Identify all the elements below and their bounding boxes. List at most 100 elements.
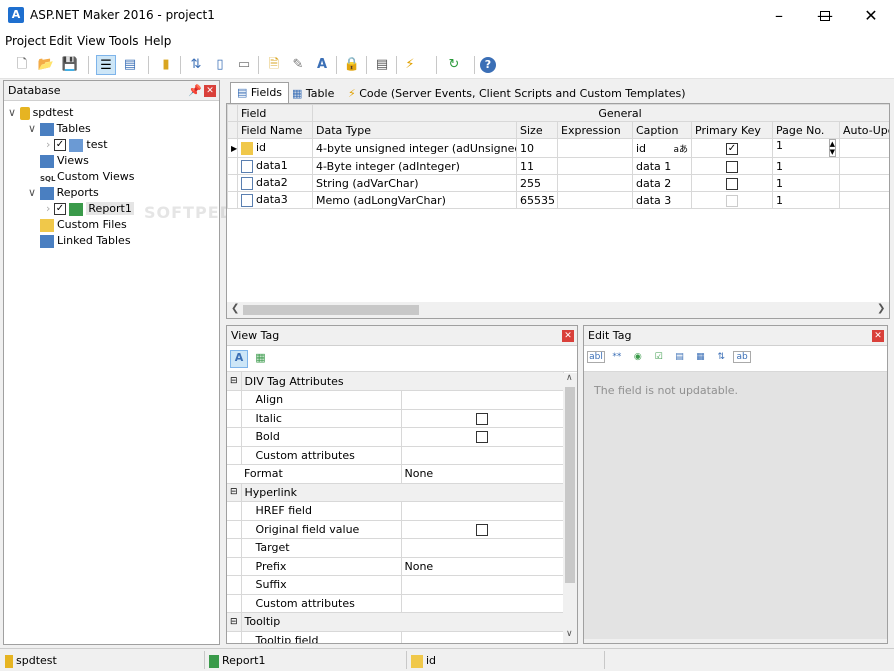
prefix-value[interactable]: None <box>401 557 564 576</box>
checkbox-icon[interactable]: ☑ <box>650 352 668 362</box>
tooltip-field-value[interactable] <box>401 631 564 643</box>
close-edit-tag-button[interactable]: ✕ <box>872 330 884 342</box>
pin-icon[interactable]: 📌 <box>188 84 202 97</box>
page-no-cell[interactable]: 1 <box>772 174 840 192</box>
sync-icon[interactable]: ⇅ <box>186 55 206 75</box>
col-header[interactable]: Page No. <box>772 121 840 139</box>
tree-item-custom-views[interactable]: SQL Custom Views <box>8 169 213 185</box>
italic-value[interactable] <box>401 409 564 428</box>
primary-key-cell[interactable] <box>691 157 773 175</box>
page-no-cell[interactable]: 1 <box>772 157 840 175</box>
image-format-icon[interactable]: ▦ <box>252 351 270 369</box>
collapse-icon[interactable]: ⊟ <box>227 483 242 502</box>
col-header[interactable]: Field Name <box>237 121 313 139</box>
primary-key-checkbox[interactable] <box>726 177 738 190</box>
col-header[interactable]: Primary Key <box>691 121 773 139</box>
caption-cell[interactable]: data 1 <box>632 157 692 175</box>
align-value[interactable] <box>401 390 564 410</box>
caption-cell[interactable]: data 3 <box>632 191 692 209</box>
settings-icon[interactable]: ▭ <box>234 55 254 75</box>
caption-cell[interactable]: data 2 <box>632 174 692 192</box>
field-name-cell[interactable]: data1 <box>237 157 313 175</box>
data-type-cell[interactable]: Memo (adLongVarChar) <box>312 191 517 209</box>
lightning-icon[interactable]: ⚡ <box>400 55 420 75</box>
expression-cell[interactable] <box>557 174 633 192</box>
scroll-up-icon[interactable]: ∧ <box>566 373 573 383</box>
table-row[interactable]: ▶ id 4-byte unsigned integer (adUnsigned… <box>227 138 889 158</box>
panel-view-icon[interactable]: ▤ <box>120 55 140 75</box>
edit-document-icon[interactable]: ✎ <box>288 55 308 75</box>
collapse-icon[interactable]: ⊟ <box>227 372 242 391</box>
page-no-cell[interactable]: 1 ▲ ▼ <box>772 138 840 158</box>
scroll-down-icon[interactable]: ∨ <box>566 629 573 639</box>
save-project-icon[interactable]: 💾 <box>60 55 80 75</box>
auto-update-cell[interactable] <box>838 138 889 158</box>
expression-cell[interactable] <box>557 138 633 158</box>
report1-checkbox[interactable]: ✓ <box>53 203 66 215</box>
tab-table[interactable]: ▦ Table <box>288 84 338 103</box>
page-no-cell[interactable]: 1 <box>772 191 840 209</box>
tree-item-test[interactable]: › ✓ test <box>8 137 213 153</box>
close-view-tag-button[interactable]: ✕ <box>562 330 574 342</box>
tab-fields[interactable]: ▤ Fields <box>230 82 290 104</box>
language-icon[interactable]: aあ <box>673 142 688 155</box>
col-header[interactable]: Auto-Upda <box>838 121 889 139</box>
col-header[interactable]: Expression <box>557 121 633 139</box>
table-row[interactable]: data2 String (adVarChar) 255 data 2 1 <box>227 174 889 192</box>
field-name-cell[interactable]: data2 <box>237 174 313 192</box>
field-name-cell[interactable]: id <box>237 138 313 158</box>
size-cell[interactable]: 255 <box>516 174 558 192</box>
password-icon[interactable]: ** <box>608 352 626 362</box>
generate-icon[interactable]: ▯ <box>210 55 230 75</box>
list-icon[interactable]: ▤ <box>372 55 392 75</box>
primary-key-cell[interactable]: ✓ <box>691 138 773 158</box>
textbox-icon[interactable]: abl <box>587 351 605 363</box>
font-icon[interactable]: A <box>312 55 332 75</box>
scrollbar-thumb[interactable] <box>243 305 419 315</box>
format-value[interactable]: None <box>401 464 564 484</box>
primary-key-cell[interactable] <box>691 174 773 192</box>
scroll-left-icon[interactable]: ❮ <box>231 303 239 314</box>
caption-cell[interactable]: id aあ <box>632 138 692 158</box>
maximize-window-button[interactable] <box>802 0 848 31</box>
suffix-value[interactable] <box>401 575 564 595</box>
lock-icon[interactable]: 🔒 <box>342 55 362 75</box>
auto-update-cell[interactable] <box>838 157 889 175</box>
field-name-cell[interactable]: data3 <box>237 191 313 209</box>
expression-cell[interactable] <box>557 157 633 175</box>
href-value[interactable] <box>401 501 564 521</box>
scroll-right-icon[interactable]: ❯ <box>877 303 885 314</box>
table-row[interactable]: data1 4-Byte integer (adInteger) 11 data… <box>227 157 889 175</box>
open-project-icon[interactable]: 📂 <box>36 55 56 75</box>
horizontal-scrollbar[interactable]: ❮ ❯ <box>227 302 889 318</box>
textarea-icon[interactable]: ab <box>733 351 752 363</box>
help-icon[interactable]: ? <box>480 57 496 73</box>
custom-attributes-value[interactable] <box>401 446 564 465</box>
col-header[interactable]: Size <box>516 121 558 139</box>
size-cell[interactable]: 65535 <box>516 191 558 209</box>
menu-view[interactable]: View <box>77 34 105 48</box>
data-type-cell[interactable]: 4-Byte integer (adInteger) <box>312 157 517 175</box>
data-type-cell[interactable]: String (adVarChar) <box>312 174 517 192</box>
table-row[interactable]: data3 Memo (adLongVarChar) 65535 data 3 … <box>227 191 889 209</box>
col-header[interactable]: Data Type <box>312 121 517 139</box>
primary-key-checkbox[interactable]: ✓ <box>726 142 738 155</box>
tree-item-reports[interactable]: ∨ Reports <box>8 185 213 201</box>
auto-update-cell[interactable] <box>838 191 889 209</box>
bold-checkbox[interactable] <box>476 431 488 444</box>
tree-view-icon[interactable]: ☰ <box>96 55 116 75</box>
custom-attributes-value[interactable] <box>401 594 564 613</box>
original-value[interactable] <box>401 520 564 539</box>
menu-help[interactable]: Help <box>144 34 171 48</box>
menu-edit[interactable]: Edit <box>49 34 72 48</box>
new-project-icon[interactable]: 🗋 <box>12 55 32 75</box>
list-icon[interactable]: ▦ <box>691 352 709 362</box>
minimize-window-button[interactable]: – <box>756 0 802 31</box>
data-type-cell[interactable]: 4-byte unsigned integer (adUnsignedInt) <box>312 138 517 158</box>
refresh-icon[interactable]: ↻ <box>444 55 464 75</box>
database-icon[interactable]: ▮ <box>156 55 176 75</box>
menu-tools[interactable]: Tools <box>109 34 139 48</box>
vertical-scrollbar[interactable]: ∧ ∨ <box>563 373 577 643</box>
tree-item-views[interactable]: Views <box>8 153 213 169</box>
test-checkbox[interactable]: ✓ <box>53 139 66 151</box>
